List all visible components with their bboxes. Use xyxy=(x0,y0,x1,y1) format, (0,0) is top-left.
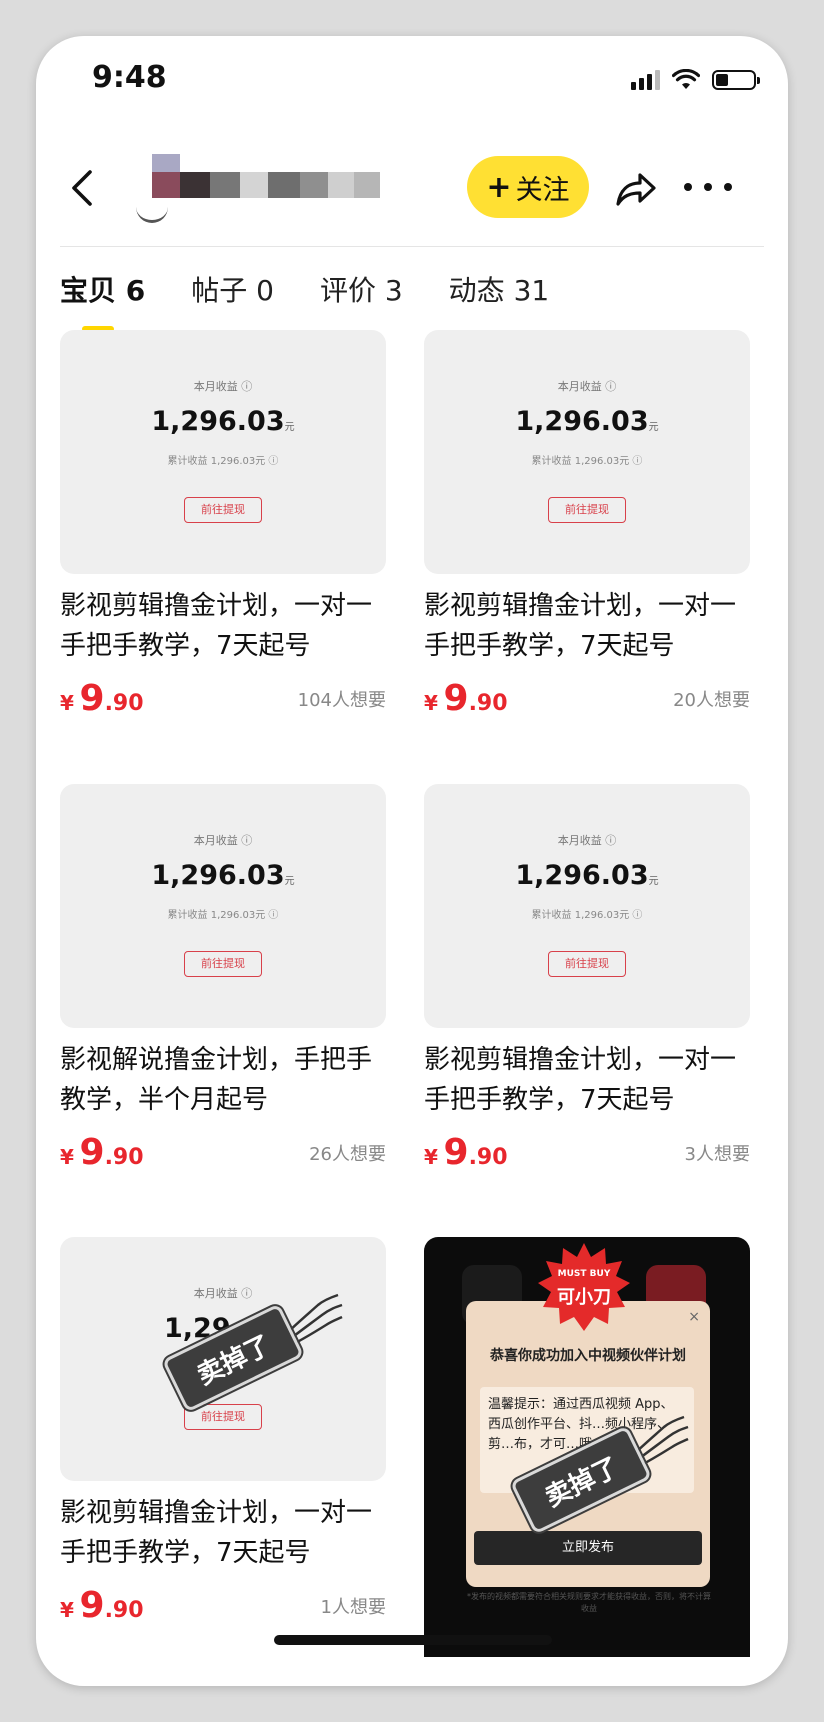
thumb-amount: 1,296.03元 xyxy=(151,406,295,437)
thumb-cumulative: 累计收益 1,296.03元 ⓘ xyxy=(167,456,279,467)
thumb-amount: 1,296.03元 xyxy=(515,406,659,437)
thumb-cumulative: 累计收益 1,296.03元 ⓘ xyxy=(531,910,643,921)
wants-count: 1人想要 xyxy=(320,1597,386,1618)
thumb-caption: 本月收益 ⓘ xyxy=(557,834,617,847)
product-price: ¥ 9.90 xyxy=(424,1132,508,1173)
product-title: 影视解说撸金计划，手把手教学，半个月起号 xyxy=(60,1045,373,1115)
product-thumbnail: 本月收益 ⓘ 1,29 前往提现 卖掉了 xyxy=(60,1237,386,1481)
wifi-icon xyxy=(672,69,700,89)
status-time: 9:48 xyxy=(92,60,167,95)
tab-activity[interactable]: 动态 31 xyxy=(449,266,550,322)
badge-title: 可小刀 xyxy=(557,1287,611,1308)
avatar[interactable] xyxy=(136,206,168,223)
publish-button: 立即发布 xyxy=(474,1531,702,1565)
product-price: ¥ 9.90 xyxy=(60,678,144,719)
status-icons xyxy=(631,66,760,94)
user-name-mosaic xyxy=(128,154,380,214)
follow-button[interactable]: + 关注 xyxy=(467,156,589,218)
modal-footnote: *发布的视频都需要符合相关规则要求才能获得收益，否则，将不计算收益 xyxy=(467,1592,711,1613)
tab-posts[interactable]: 帖子 0 xyxy=(191,266,274,322)
modal-title: 恭喜你成功加入中视频伙伴计划 xyxy=(490,1348,686,1364)
home-indicator[interactable] xyxy=(274,1635,552,1645)
product-price: ¥ 9.90 xyxy=(60,1132,144,1173)
wants-count: 26人想要 xyxy=(309,1144,386,1165)
wants-count: 104人想要 xyxy=(297,690,386,711)
thumb-withdraw-button: 前往提现 xyxy=(184,497,262,523)
plus-icon: + xyxy=(486,169,512,205)
product-title: 影视剪辑撸金计划，一对一手把手教学，7天起号 xyxy=(60,1498,373,1568)
tab-reviews[interactable]: 评价 3 xyxy=(320,266,403,322)
product-thumbnail: 本月收益 ⓘ 1,296.03元 累计收益 1,296.03元 ⓘ 前往提现 xyxy=(424,330,750,574)
battery-icon xyxy=(712,70,760,90)
thumb-caption: 本月收益 ⓘ xyxy=(193,834,253,847)
status-bar: 9:48 xyxy=(36,36,788,126)
close-icon: × xyxy=(688,1309,700,1325)
thumb-cumulative: 累计收益 1,296.03元 ⓘ xyxy=(531,456,643,467)
follow-label: 关注 xyxy=(515,174,570,206)
thumb-withdraw-button: 前往提现 xyxy=(548,497,626,523)
back-arrow-icon[interactable] xyxy=(64,168,104,208)
product-title: 影视剪辑撸金计划，一对一手把手教学，7天起号 xyxy=(60,591,373,661)
more-options-icon[interactable] xyxy=(684,172,732,202)
phone-screen: 9:48 + 关注 宝贝 6 帖子 0 评价 3 动态 31 本月收益 ⓘ 1,… xyxy=(36,36,788,1686)
must-buy-badge: MUST BUY 可小刀 xyxy=(536,1241,632,1337)
header-divider xyxy=(60,246,764,247)
product-title: 影视剪辑撸金计划，一对一手把手教学，7天起号 xyxy=(424,591,737,661)
thumb-amount: 1,296.03元 xyxy=(151,860,295,891)
product-title: 影视剪辑撸金计划，一对一手把手教学，7天起号 xyxy=(424,1045,737,1115)
thumb-caption: 本月收益 ⓘ xyxy=(557,380,617,393)
thumb-amount: 1,296.03元 xyxy=(515,860,659,891)
product-thumbnail: 本月收益 ⓘ 1,296.03元 累计收益 1,296.03元 ⓘ 前往提现 xyxy=(60,330,386,574)
product-price: ¥ 9.90 xyxy=(424,678,508,719)
product-thumbnail: 本月收益 ⓘ 1,296.03元 累计收益 1,296.03元 ⓘ 前往提现 xyxy=(60,784,386,1028)
thumb-cumulative: 累计收益 1,296.03元 ⓘ xyxy=(167,910,279,921)
thumb-caption: 本月收益 ⓘ xyxy=(193,380,253,393)
wants-count: 3人想要 xyxy=(684,1144,750,1165)
product-thumbnail: 本月收益 ⓘ 1,296.03元 累计收益 1,296.03元 ⓘ 前往提现 xyxy=(424,784,750,1028)
wants-count: 20人想要 xyxy=(673,690,750,711)
cellular-signal-icon xyxy=(631,70,660,90)
profile-tabs: 宝贝 6 帖子 0 评价 3 动态 31 xyxy=(60,266,595,326)
product-card-sold-dark[interactable]: × 恭喜你成功加入中视频伙伴计划 温馨提示：通过西瓜视频 App、西瓜创作平台、… xyxy=(424,1237,750,1657)
tab-items[interactable]: 宝贝 6 xyxy=(60,266,145,322)
thumb-withdraw-button: 前往提现 xyxy=(548,951,626,977)
nav-bar: + 关注 xyxy=(36,132,788,246)
thumb-withdraw-button: 前往提现 xyxy=(184,951,262,977)
share-icon[interactable] xyxy=(614,168,658,208)
product-price: ¥ 9.90 xyxy=(60,1585,144,1626)
badge-subtitle: MUST BUY xyxy=(557,1269,611,1279)
